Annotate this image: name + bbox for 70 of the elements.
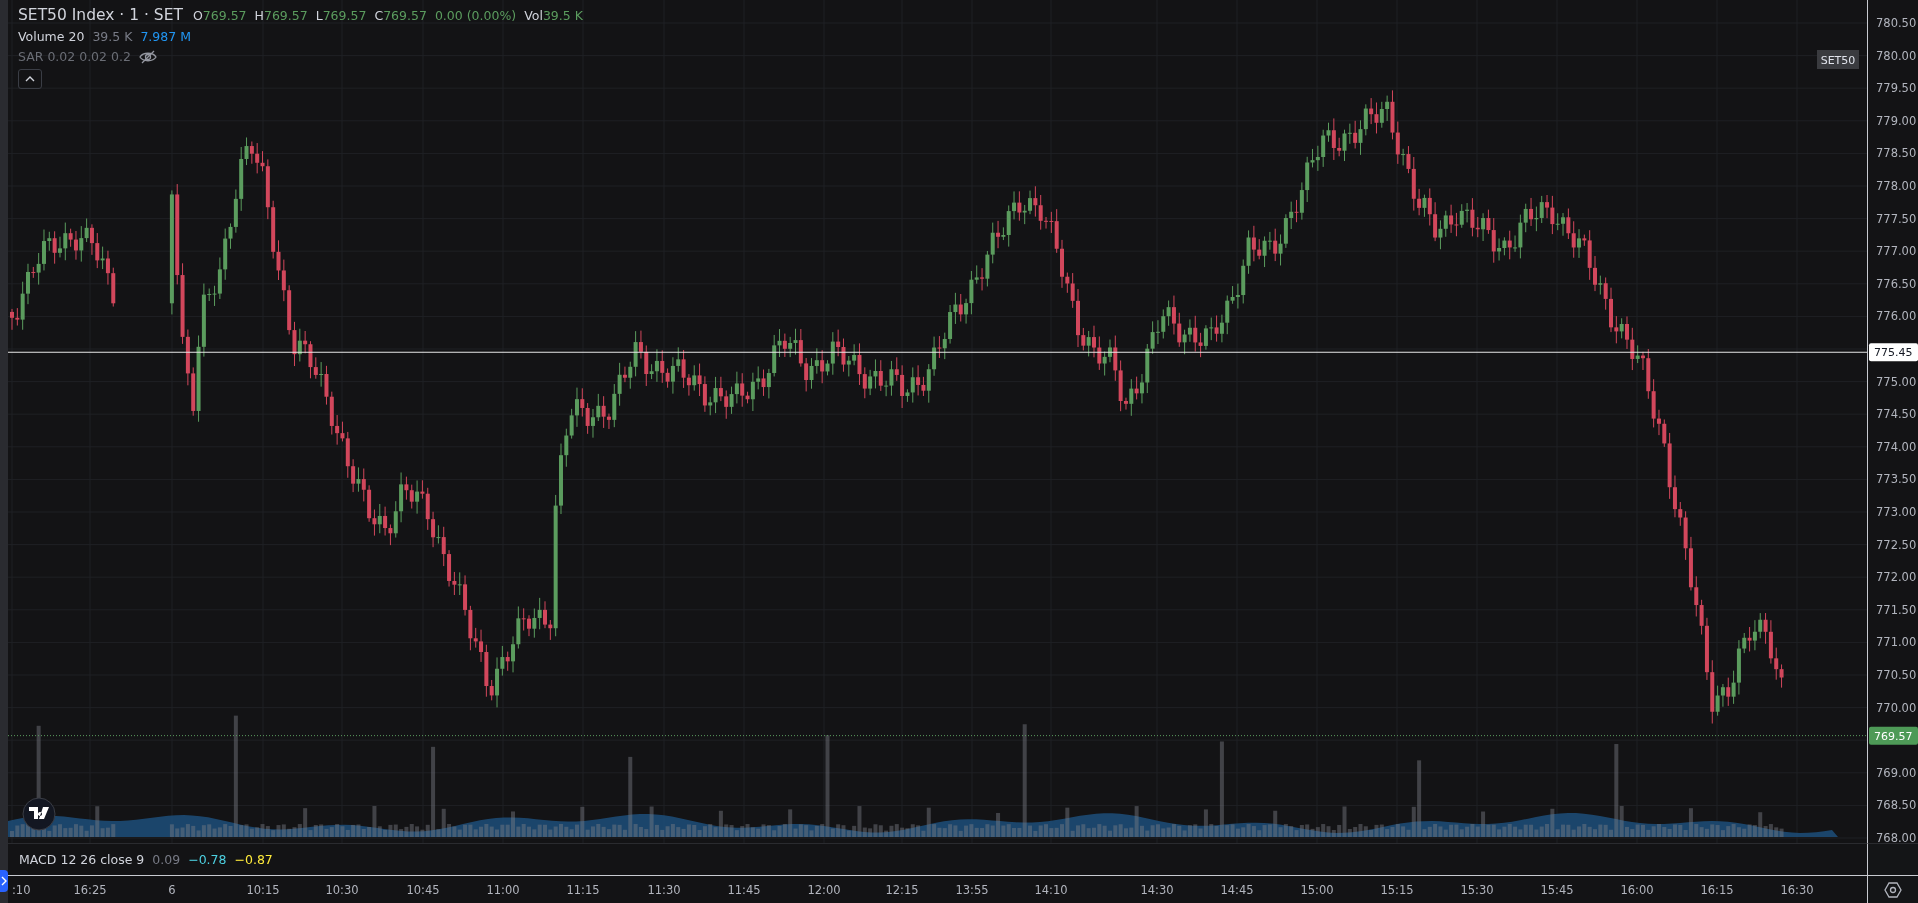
time-label: 12:15 <box>885 883 919 897</box>
last-price-badge: 769.57 <box>1869 726 1918 745</box>
time-label: 14:30 <box>1140 883 1174 897</box>
price-tick: 770.50 <box>1876 668 1917 682</box>
price-badge: 775.45 <box>1869 343 1918 362</box>
indicator-value: 0.09 <box>152 852 181 867</box>
indicator-value: 7.987 M <box>140 29 191 44</box>
price-tick: 779.00 <box>1876 113 1917 128</box>
price-tick: 776.50 <box>1876 276 1917 291</box>
indicator-value: 39.5 K <box>92 29 133 44</box>
price-tick: 777.00 <box>1876 244 1917 259</box>
collapse-button[interactable] <box>18 69 42 89</box>
indicator-name: Volume 20 <box>18 29 85 44</box>
time-label: 10:30 <box>325 883 359 897</box>
price-tick: 774.50 <box>1876 407 1917 422</box>
price-tick: 780.00 <box>1876 48 1917 63</box>
time-label: 6 <box>168 883 176 897</box>
price-tick: 771.50 <box>1876 602 1917 617</box>
price-tick: 768.50 <box>1876 798 1917 813</box>
price-tick: 774.00 <box>1876 439 1917 454</box>
time-label: 16:30 <box>1780 883 1814 897</box>
indicator-name: SAR 0.02 0.02 0.2 <box>18 49 131 64</box>
time-label: 15:00 <box>1300 883 1334 897</box>
time-label: 11:00 <box>486 883 520 897</box>
settings-icon[interactable] <box>1884 880 1902 899</box>
ohlc-value: L769.57 <box>315 7 367 23</box>
time-label: :10 <box>12 883 31 897</box>
time-label: 13:55 <box>955 883 989 897</box>
time-label: 11:30 <box>647 883 681 897</box>
price-tick: 773.50 <box>1876 472 1917 487</box>
ohlc-value: H769.57 <box>254 7 308 23</box>
price-tick: 775.00 <box>1876 374 1917 389</box>
time-label: 15:30 <box>1460 883 1494 897</box>
price-tick: 776.00 <box>1876 309 1917 324</box>
price-tick: 770.00 <box>1876 700 1917 715</box>
time-label: 16:15 <box>1700 883 1734 897</box>
volume-value: Vol39.5 K <box>524 7 583 23</box>
indicator-value: −0.87 <box>234 852 273 867</box>
symbol-title: SET50 Index · 1 · SET <box>18 6 183 24</box>
ohlc-value: C769.57 <box>374 7 427 23</box>
time-label: 14:45 <box>1220 883 1254 897</box>
price-tick: 777.50 <box>1876 211 1917 226</box>
time-label: 11:15 <box>566 883 600 897</box>
price-tick: 778.00 <box>1876 179 1917 193</box>
price-tick: 778.50 <box>1876 146 1917 161</box>
indicator-value: −0.78 <box>188 852 227 867</box>
indicator-name: MACD 12 26 close 9 <box>19 852 145 867</box>
price-tick: 768.00 <box>1876 831 1917 843</box>
change-value: 0.00 (0.00%) <box>434 7 517 23</box>
price-tick: 773.00 <box>1876 505 1917 519</box>
time-label: 14:10 <box>1034 883 1068 897</box>
time-label: 16:00 <box>1620 883 1654 897</box>
time-label: 10:15 <box>246 883 280 897</box>
time-label: 10:45 <box>406 883 440 897</box>
price-tick: 780.50 <box>1876 16 1917 30</box>
symbol-tag: SET50 <box>1817 50 1859 69</box>
ohlc-value: O769.57 <box>192 7 247 23</box>
time-label: 12:00 <box>807 883 841 897</box>
panel-handle[interactable] <box>0 870 8 892</box>
time-label: 15:45 <box>1540 883 1574 897</box>
price-tick: 772.50 <box>1876 537 1917 552</box>
price-tick: 769.00 <box>1876 765 1917 780</box>
price-tick: 772.00 <box>1876 570 1917 585</box>
price-tick: 779.50 <box>1876 81 1917 96</box>
time-label: 16:25 <box>73 883 107 897</box>
price-tick: 771.00 <box>1876 635 1917 650</box>
chevron-up-icon <box>25 76 35 82</box>
eye-off-icon[interactable] <box>138 49 157 64</box>
time-label: 15:15 <box>1380 883 1414 897</box>
time-label: 11:45 <box>727 883 761 897</box>
